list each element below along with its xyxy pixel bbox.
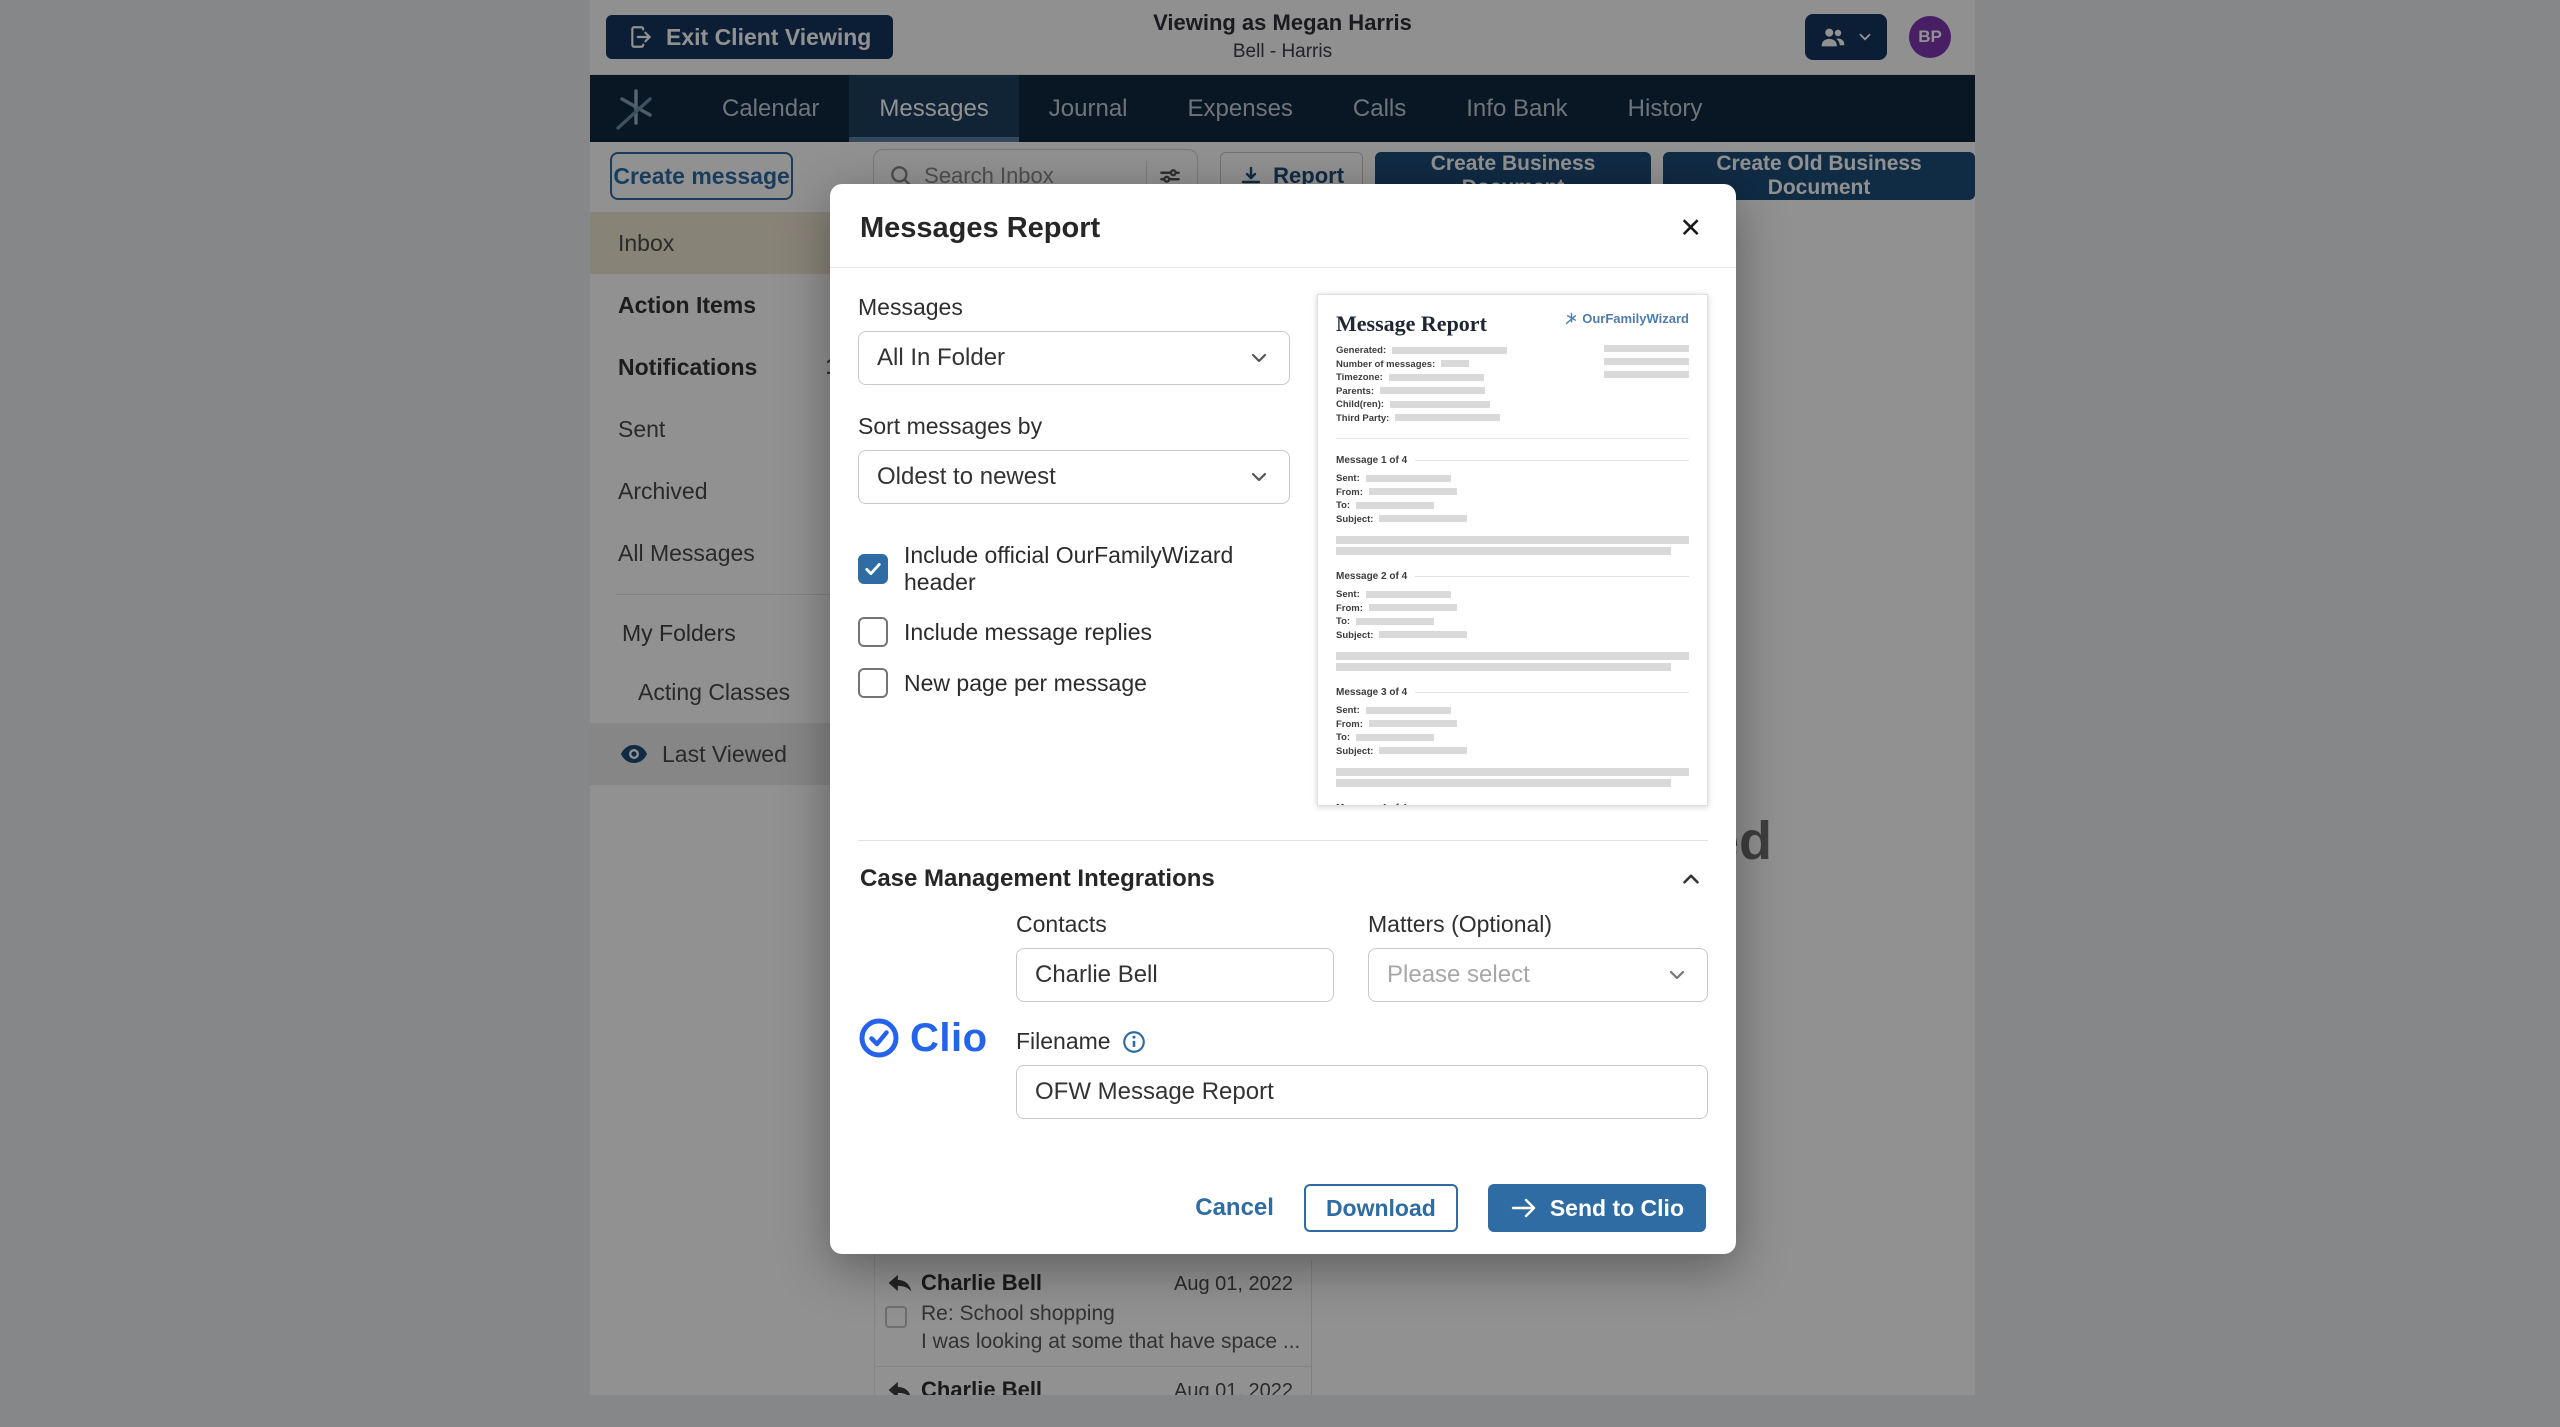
matters-label: Matters (Optional) xyxy=(1368,911,1708,938)
info-icon[interactable] xyxy=(1121,1029,1147,1055)
case-management-integrations: Case Management Integrations Clio Contac… xyxy=(858,840,1708,1119)
preview-message-title: Message 4 of 4 xyxy=(1336,803,1407,806)
preview-meta-label: Generated: xyxy=(1336,345,1386,356)
integrations-header[interactable]: Case Management Integrations xyxy=(858,841,1708,911)
clio-logo: Clio xyxy=(858,957,1016,1119)
preview-meta-bars xyxy=(1604,345,1689,426)
report-form: Messages All In Folder Sort messages by … xyxy=(858,294,1290,806)
modal-footer: Cancel Download Send to Clio xyxy=(1195,1184,1706,1232)
option-include-header[interactable]: Include official OurFamilyWizard header xyxy=(858,542,1290,596)
chevron-down-icon xyxy=(1247,346,1271,370)
preview-message-section: Message 3 of 4 Sent: From: To: Subject: xyxy=(1336,687,1689,787)
report-preview: Message Report OurFamilyWizard Generated… xyxy=(1317,294,1708,806)
messages-report-modal: Messages Report ✕ Messages All In Folder… xyxy=(830,184,1736,1254)
send-to-clio-button[interactable]: Send to Clio xyxy=(1488,1184,1706,1232)
matters-select[interactable]: Please select xyxy=(1368,948,1708,1002)
contacts-label: Contacts xyxy=(1016,911,1334,938)
screen: Exit Client Viewing Viewing as Megan Har… xyxy=(0,0,2560,1427)
chevron-down-icon xyxy=(1247,465,1271,489)
chevron-down-icon xyxy=(1665,963,1689,987)
preview-title: Message Report xyxy=(1336,311,1487,337)
checkbox[interactable] xyxy=(858,617,888,647)
preview-brand: OurFamilyWizard xyxy=(1565,311,1689,326)
filename-label: Filename xyxy=(1016,1028,1111,1055)
modal-title: Messages Report xyxy=(860,212,1100,245)
preview-meta-label: Parents: xyxy=(1336,386,1374,397)
preview-message-title: Message 3 of 4 xyxy=(1336,687,1407,698)
contacts-value[interactable] xyxy=(1035,961,1315,989)
send-to-clio-label: Send to Clio xyxy=(1550,1195,1684,1222)
ofw-logo-icon xyxy=(1565,312,1578,325)
arrow-right-icon xyxy=(1510,1197,1538,1219)
preview-meta-label: Third Party: xyxy=(1336,413,1389,424)
filename-input[interactable] xyxy=(1016,1065,1708,1119)
preview-brand-text: OurFamilyWizard xyxy=(1582,311,1689,326)
matters-placeholder: Please select xyxy=(1387,961,1530,989)
sort-select-label: Sort messages by xyxy=(858,413,1290,440)
chevron-up-icon[interactable] xyxy=(1678,866,1704,892)
clio-check-icon xyxy=(858,1017,900,1059)
checkbox[interactable] xyxy=(858,554,888,584)
report-options: Include official OurFamilyWizard header … xyxy=(858,542,1290,698)
option-new-page[interactable]: New page per message xyxy=(858,668,1290,698)
checkbox-label: Include official OurFamilyWizard header xyxy=(904,542,1290,596)
modal-header: Messages Report ✕ xyxy=(830,184,1736,267)
close-icon[interactable]: ✕ xyxy=(1679,215,1702,242)
option-include-replies[interactable]: Include message replies xyxy=(858,617,1290,647)
messages-select-label: Messages xyxy=(858,294,1290,321)
check-icon xyxy=(863,559,883,579)
preview-message-title: Message 1 of 4 xyxy=(1336,455,1407,466)
contacts-input[interactable] xyxy=(1016,948,1334,1002)
sort-select[interactable]: Oldest to newest xyxy=(858,450,1290,504)
integrations-body: Clio Contacts Matters (Optional) xyxy=(858,911,1708,1119)
checkbox-label: Include message replies xyxy=(904,619,1152,646)
preview-message-section: Message 4 of 4 Sent: From: To: Subject: xyxy=(1336,803,1689,806)
messages-select[interactable]: All In Folder xyxy=(858,331,1290,385)
modal-body: Messages All In Folder Sort messages by … xyxy=(830,268,1736,806)
preview-message-section: Message 2 of 4 Sent: From: To: Subject: xyxy=(1336,571,1689,671)
clio-wordmark: Clio xyxy=(910,1016,988,1061)
integrations-heading: Case Management Integrations xyxy=(860,865,1215,893)
preview-meta-label: Child(ren): xyxy=(1336,399,1384,410)
checkbox[interactable] xyxy=(858,668,888,698)
cancel-button[interactable]: Cancel xyxy=(1195,1194,1274,1222)
download-button[interactable]: Download xyxy=(1304,1184,1458,1232)
preview-message-title: Message 2 of 4 xyxy=(1336,571,1407,582)
preview-message-section: Message 1 of 4 Sent: From: To: Subject: xyxy=(1336,455,1689,555)
sort-select-value: Oldest to newest xyxy=(877,463,1056,491)
preview-meta-label: Number of messages: xyxy=(1336,359,1435,370)
messages-select-value: All In Folder xyxy=(877,344,1005,372)
preview-meta-label: Timezone: xyxy=(1336,372,1383,383)
checkbox-label: New page per message xyxy=(904,670,1147,697)
filename-value[interactable] xyxy=(1035,1078,1689,1106)
